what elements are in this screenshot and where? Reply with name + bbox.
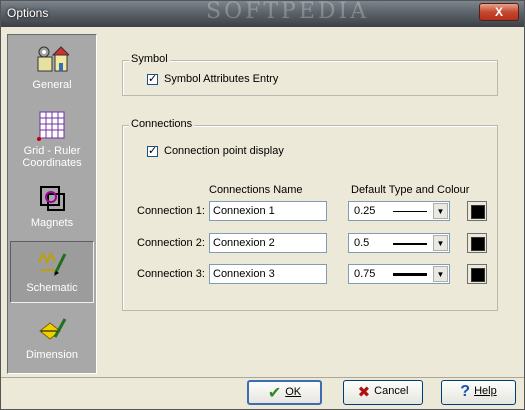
connection-2-type-select[interactable]: 0.5 ▼ — [348, 233, 450, 253]
sidebar-item-general[interactable]: General — [10, 39, 94, 101]
close-button[interactable]: X — [479, 3, 519, 21]
connection-2-label: Connection 2: — [137, 237, 205, 249]
help-question-icon: ? — [460, 382, 471, 400]
checkmark-icon: ✔ — [267, 384, 282, 402]
connections-group: Connections Connection point display Con… — [122, 118, 498, 311]
connection-3-type-select[interactable]: 0.75 ▼ — [348, 264, 450, 284]
category-sidebar: General Grid - Ruler Coordinates Magnets — [7, 34, 97, 374]
symbol-group: Symbol Symbol Attributes Entry — [122, 53, 498, 96]
grid-ruler-icon — [37, 111, 65, 141]
separator — [1, 377, 524, 378]
line-width-value: 0.5 — [354, 237, 370, 249]
cancel-button[interactable]: ✖ Cancel — [343, 380, 423, 405]
general-icon — [37, 46, 69, 72]
title-bar[interactable]: Options SOFTPEDIA X — [1, 0, 524, 27]
sidebar-item-schematic[interactable]: Schematic — [10, 241, 94, 303]
sidebar-item-grid-ruler[interactable]: Grid - Ruler Coordinates — [10, 105, 94, 171]
sidebar-item-label: Schematic — [26, 282, 78, 294]
help-button[interactable]: ? Help — [441, 380, 516, 405]
cancel-label: Cancel — [374, 385, 409, 397]
connection-point-display-label: Connection point display — [164, 145, 284, 158]
symbol-attributes-label: Symbol Attributes Entry — [164, 73, 279, 86]
ok-button[interactable]: ✔ OK — [247, 380, 322, 405]
connection-3-color-button[interactable] — [467, 264, 487, 284]
cancel-x-icon: ✖ — [357, 383, 371, 401]
connection-1-type-select[interactable]: 0.25 ▼ — [348, 201, 450, 221]
connection-2-color-button[interactable] — [467, 233, 487, 253]
symbol-attributes-checkbox[interactable]: Symbol Attributes Entry — [147, 72, 279, 86]
connection-1-name-input[interactable] — [209, 201, 327, 221]
connections-name-header: Connections Name — [209, 184, 303, 196]
default-type-colour-header: Default Type and Colour — [351, 184, 470, 196]
ok-label: OK — [285, 386, 302, 398]
sidebar-item-label: Grid - Ruler Coordinates — [22, 145, 82, 169]
connection-1-label: Connection 1: — [137, 205, 205, 217]
line-preview — [393, 243, 427, 245]
line-preview — [393, 211, 427, 212]
connections-group-title: Connections — [129, 118, 195, 130]
checkbox-box[interactable] — [147, 72, 158, 85]
sidebar-item-label: General — [32, 79, 72, 91]
sidebar-item-dimension[interactable]: Dimension — [10, 309, 94, 371]
window-title: Options — [7, 6, 49, 20]
sidebar-item-label: Dimension — [26, 349, 78, 361]
magnet-icon — [40, 186, 65, 211]
line-width-value: 0.75 — [354, 268, 376, 280]
dimension-icon — [39, 318, 67, 340]
chevron-down-icon[interactable]: ▼ — [433, 235, 448, 251]
checkbox-box[interactable] — [147, 144, 158, 157]
chevron-down-icon[interactable]: ▼ — [433, 203, 448, 219]
line-preview — [393, 273, 427, 276]
schematic-icon — [38, 251, 67, 276]
connection-1-color-button[interactable] — [467, 201, 487, 221]
help-label: Help — [474, 385, 497, 397]
sidebar-item-magnets[interactable]: Magnets — [10, 177, 94, 239]
connection-2-name-input[interactable] — [209, 233, 327, 253]
sidebar-item-label: Magnets — [30, 217, 74, 229]
line-width-value: 0.25 — [354, 205, 376, 217]
symbol-group-title: Symbol — [129, 53, 170, 65]
connection-point-display-checkbox[interactable]: Connection point display — [147, 144, 284, 158]
watermark: SOFTPEDIA — [206, 0, 370, 24]
options-dialog: Options SOFTPEDIA X General Grid - Ruler… — [0, 0, 525, 410]
connection-3-label: Connection 3: — [137, 268, 205, 280]
chevron-down-icon[interactable]: ▼ — [433, 266, 448, 282]
connection-3-name-input[interactable] — [209, 264, 327, 284]
